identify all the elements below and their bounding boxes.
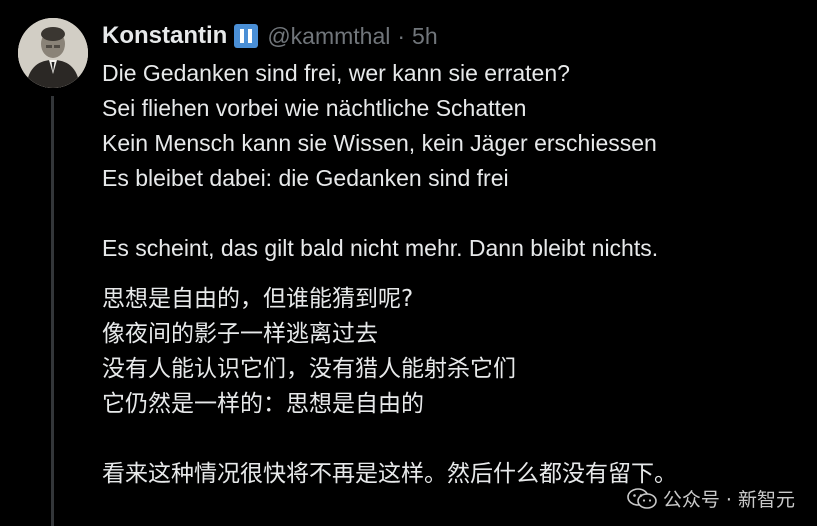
header-separator: · xyxy=(397,22,406,49)
avatar-portrait-icon xyxy=(18,18,88,88)
thread-line xyxy=(51,96,54,526)
chinese-line: 没有人能认识它们，没有猎人能射杀它们 xyxy=(102,356,516,382)
watermark: 公众号 · 新智元 xyxy=(627,485,795,512)
wechat-icon xyxy=(627,487,657,509)
pause-badge-icon xyxy=(234,24,259,48)
tweet-timestamp[interactable]: 5h xyxy=(412,23,438,50)
german-line: Es bleibet dabei: die Gedanken sind frei xyxy=(102,165,509,191)
tweet-header: Konstantin @kammthal · 5h xyxy=(102,20,438,52)
tweet-body: Die Gedanken sind frei, wer kann sie err… xyxy=(102,56,802,492)
watermark-text: 公众号 · 新智元 xyxy=(662,489,795,511)
chinese-line: 像夜间的影子一样逃离过去 xyxy=(102,321,378,347)
avatar[interactable] xyxy=(18,18,88,88)
chinese-line: 思想是自由的，但谁能猜到呢? xyxy=(102,286,414,312)
tweet: Konstantin @kammthal · 5h Die Gedanken s… xyxy=(0,0,817,526)
german-line: Die Gedanken sind frei, wer kann sie err… xyxy=(102,60,570,86)
chinese-line: 它仍然是一样的：思想是自由的 xyxy=(102,391,424,417)
german-line: Kein Mensch kann sie Wissen, kein Jäger … xyxy=(102,130,657,156)
german-comment: Es scheint, das gilt bald nicht mehr. Da… xyxy=(102,235,659,261)
author-name[interactable]: Konstantin xyxy=(102,22,227,50)
author-handle[interactable]: @kammthal xyxy=(267,23,390,50)
german-line: Sei fliehen vorbei wie nächtliche Schatt… xyxy=(102,95,527,121)
